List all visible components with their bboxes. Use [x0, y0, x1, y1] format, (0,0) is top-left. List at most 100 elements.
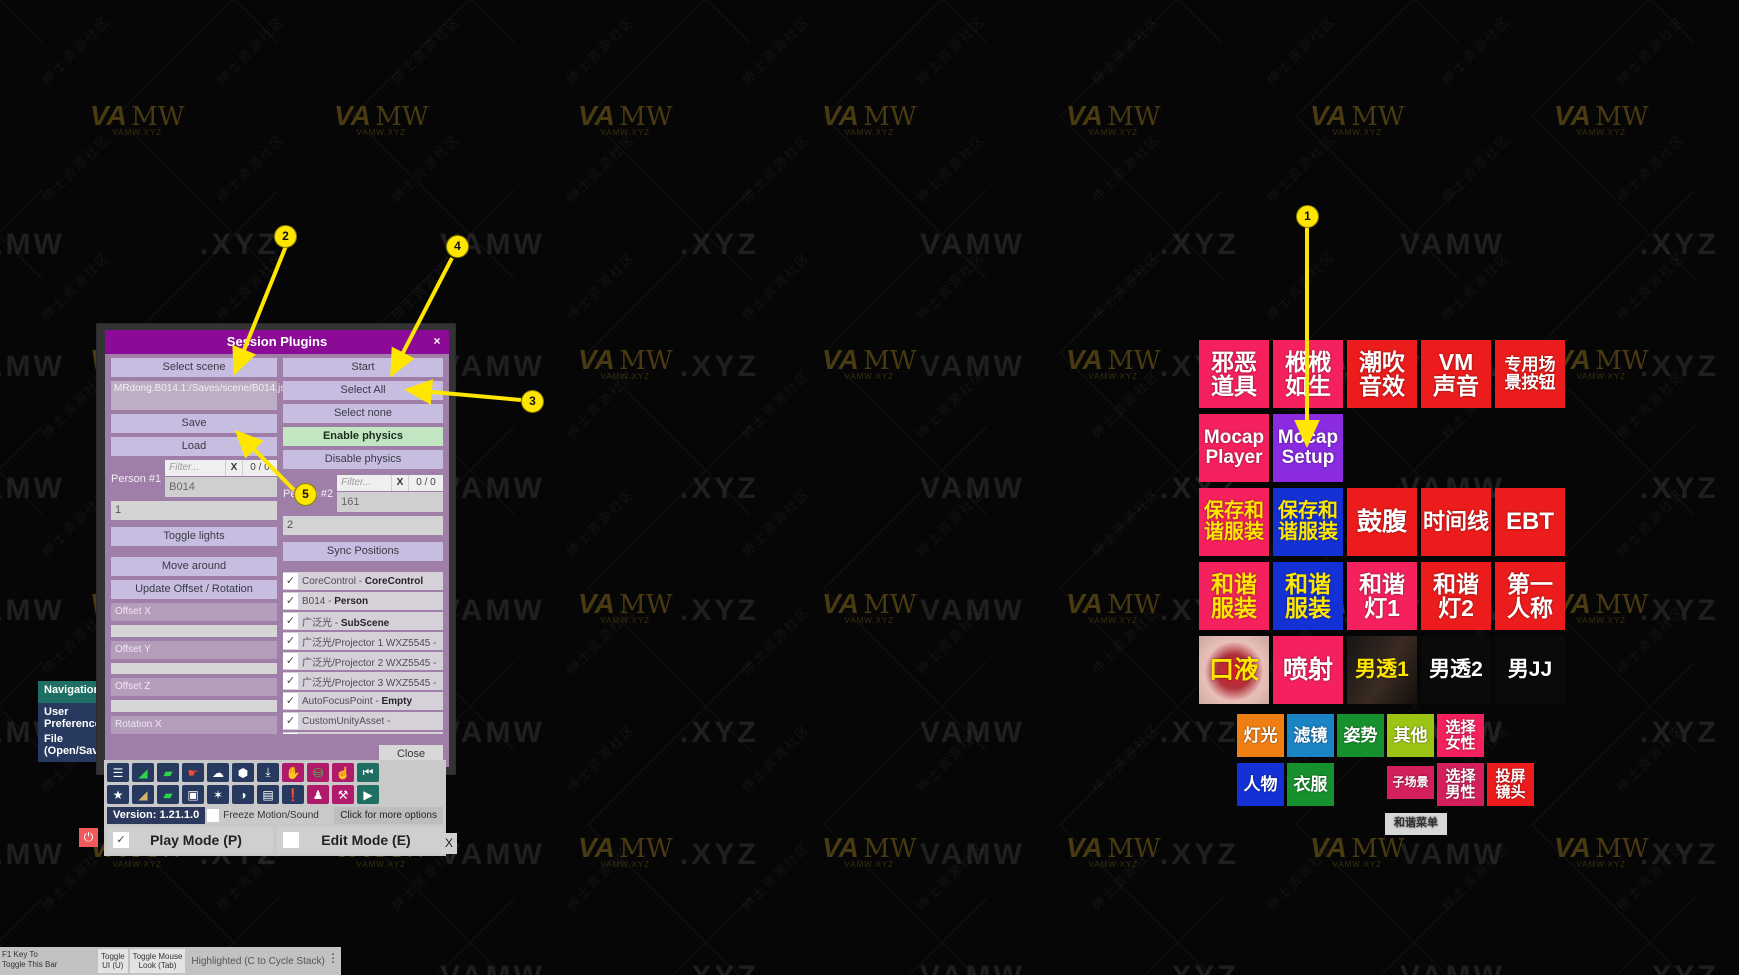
- mode-close-button[interactable]: X: [441, 833, 457, 854]
- play-mode-checkbox[interactable]: ✓: [113, 832, 129, 848]
- grid-button[interactable]: 子场景: [1387, 766, 1434, 799]
- plugin-checkbox-row[interactable]: ✓ 广泛光/Projector 3 WXZ5545 -: [283, 672, 443, 690]
- grid-button[interactable]: 人物: [1237, 763, 1284, 806]
- person1-filter[interactable]: Filter... X 0 / 0: [165, 460, 277, 476]
- grid-button[interactable]: VM 声音: [1421, 340, 1491, 408]
- plugin-checkbox-row[interactable]: ✓ CustomUnityAsset -: [283, 712, 443, 730]
- grid-button[interactable]: 男透1: [1347, 636, 1417, 704]
- star-icon[interactable]: ★: [107, 785, 129, 804]
- select-all-button[interactable]: Select All: [283, 381, 443, 400]
- grid-button[interactable]: 滤镜: [1287, 714, 1334, 757]
- info-icon[interactable]: ❗: [282, 785, 304, 804]
- plugin-checkbox-row[interactable]: ✓ B014 - Person: [283, 592, 443, 610]
- grid-button[interactable]: 喷射: [1273, 636, 1343, 704]
- play-icon[interactable]: ▶: [357, 785, 379, 804]
- grid-button[interactable]: 第一 人称: [1495, 562, 1565, 630]
- enable-physics-button[interactable]: Enable physics: [283, 427, 443, 446]
- disable-physics-button[interactable]: Disable physics: [283, 450, 443, 469]
- person-gear-icon[interactable]: ♟: [307, 785, 329, 804]
- person2-filter[interactable]: Filter... X 0 / 0: [337, 475, 443, 491]
- grid-button[interactable]: 男透2: [1421, 636, 1491, 704]
- grid-button[interactable]: Mocap Player: [1199, 414, 1269, 482]
- sync-positions-button[interactable]: Sync Positions: [283, 542, 443, 561]
- open-folder-icon[interactable]: ◢: [132, 763, 154, 782]
- cloud-icon[interactable]: ☁: [207, 763, 229, 782]
- pointer-hand-icon[interactable]: ☝: [332, 763, 354, 782]
- select-scene-button[interactable]: Select scene: [111, 358, 277, 377]
- person2-filter-clear-button[interactable]: X: [391, 475, 409, 491]
- plugin-checkbox-row[interactable]: ✓ AutoFocusPoint - Empty: [283, 692, 443, 710]
- grid-button[interactable]: 潮吹 音效: [1347, 340, 1417, 408]
- plugin-checkbox-row[interactable]: ✓ 广泛光/Projector 2 WXZ5545 -: [283, 652, 443, 670]
- hand-icon[interactable]: ✋: [282, 763, 304, 782]
- grid-button[interactable]: 保存和 谐服装: [1199, 488, 1269, 556]
- update-offset-rotation-button[interactable]: Update Offset / Rotation: [111, 580, 277, 599]
- hair-icon[interactable]: ◑: [232, 785, 254, 804]
- grid-button[interactable]: 选择 男性: [1437, 763, 1484, 806]
- grid-button[interactable]: 姿势: [1337, 714, 1384, 757]
- grid-button[interactable]: 专用场 景按钮: [1495, 340, 1565, 408]
- package-icon[interactable]: ⬢: [232, 763, 254, 782]
- person1-filter-input[interactable]: Filter...: [165, 460, 225, 476]
- plugin-checkbox-row[interactable]: ✓ 广泛光 - SubScene: [283, 612, 443, 630]
- node-graph-icon[interactable]: ✶: [207, 785, 229, 804]
- select-none-button[interactable]: Select none: [283, 404, 443, 423]
- checkmark-icon[interactable]: ✓: [283, 693, 298, 709]
- toggle-mouse-look-button[interactable]: Toggle Mouse Look (Tab): [129, 949, 186, 973]
- person2-filter-input[interactable]: Filter...: [337, 475, 391, 491]
- load-button[interactable]: Load: [111, 437, 277, 456]
- checkmark-icon[interactable]: ✓: [283, 633, 298, 649]
- person1-value[interactable]: B014: [165, 477, 277, 497]
- checkmark-icon[interactable]: ✓: [283, 733, 298, 734]
- grid-button[interactable]: 投屏 镜头: [1487, 763, 1534, 806]
- toggle-lights-button[interactable]: Toggle lights: [111, 527, 277, 546]
- person1-filter-clear-button[interactable]: X: [225, 460, 243, 476]
- person1-index[interactable]: 1: [111, 501, 277, 520]
- checkmark-icon[interactable]: ✓: [283, 593, 298, 609]
- grid-button[interactable]: 其他: [1387, 714, 1434, 757]
- folder-icon[interactable]: ▰: [157, 763, 179, 782]
- grid-button[interactable]: 衣服: [1287, 763, 1334, 806]
- hamburger-menu-icon[interactable]: ☰: [107, 763, 129, 782]
- grid-button[interactable]: 邪恶 道具: [1199, 340, 1269, 408]
- checkmark-icon[interactable]: ✓: [283, 673, 298, 689]
- grid-button[interactable]: 口液: [1199, 636, 1269, 704]
- grid-button[interactable]: 和谐 服装: [1199, 562, 1269, 630]
- edit-mode-checkbox[interactable]: [283, 832, 299, 848]
- grid-button[interactable]: 选择 女性: [1437, 714, 1484, 757]
- checkmark-icon[interactable]: ✓: [283, 653, 298, 669]
- grid-button[interactable]: 和谐 灯1: [1347, 562, 1417, 630]
- grid-button[interactable]: EBT: [1495, 488, 1565, 556]
- grid-button[interactable]: 男JJ: [1495, 636, 1565, 704]
- grid-button[interactable]: 和谐 服装: [1273, 562, 1343, 630]
- more-options-button[interactable]: Click for more options: [334, 807, 443, 824]
- close-icon[interactable]: ×: [427, 331, 447, 351]
- inbox-download-icon[interactable]: ⤓: [257, 763, 279, 782]
- plugin-checkbox-row[interactable]: ✓ CoreControl - CoreControl: [283, 572, 443, 590]
- move-around-button[interactable]: Move around: [111, 557, 277, 576]
- red-hand-icon[interactable]: ☛: [182, 763, 204, 782]
- grid-button[interactable]: 栰栰 如生: [1273, 340, 1343, 408]
- tan-folder-icon[interactable]: ◢: [132, 785, 154, 804]
- offset-z-input[interactable]: [111, 700, 277, 713]
- document-icon[interactable]: ▤: [257, 785, 279, 804]
- overflow-menu-icon[interactable]: ⋮: [327, 951, 339, 965]
- toggle-ui-button[interactable]: Toggle UI (U): [98, 949, 128, 973]
- grid-button[interactable]: Mocap Setup: [1273, 414, 1343, 482]
- plugin-checkbox-row[interactable]: ✓ 广泛光/Projector 1 WXZ5545 -: [283, 632, 443, 650]
- offset-x-input[interactable]: [111, 625, 277, 637]
- start-button[interactable]: Start: [283, 358, 443, 377]
- checkmark-icon[interactable]: ✓: [283, 613, 298, 629]
- person2-index[interactable]: 2: [283, 516, 443, 535]
- edit-mode-button[interactable]: Edit Mode (E): [277, 827, 443, 853]
- grid-button[interactable]: 时间线: [1421, 488, 1491, 556]
- checkmark-icon[interactable]: ✓: [283, 713, 298, 729]
- grid-button[interactable]: 灯光: [1237, 714, 1284, 757]
- skip-back-icon[interactable]: ⏮: [357, 763, 379, 782]
- freeze-checkbox[interactable]: [207, 809, 220, 822]
- power-icon[interactable]: ⏻: [79, 828, 98, 847]
- checkmark-icon[interactable]: ✓: [283, 573, 298, 589]
- folder-gear-icon[interactable]: ▰: [157, 785, 179, 804]
- freeze-motion-sound-toggle[interactable]: Freeze Motion/Sound: [205, 807, 335, 824]
- grid-button[interactable]: 和谐菜单: [1385, 813, 1447, 835]
